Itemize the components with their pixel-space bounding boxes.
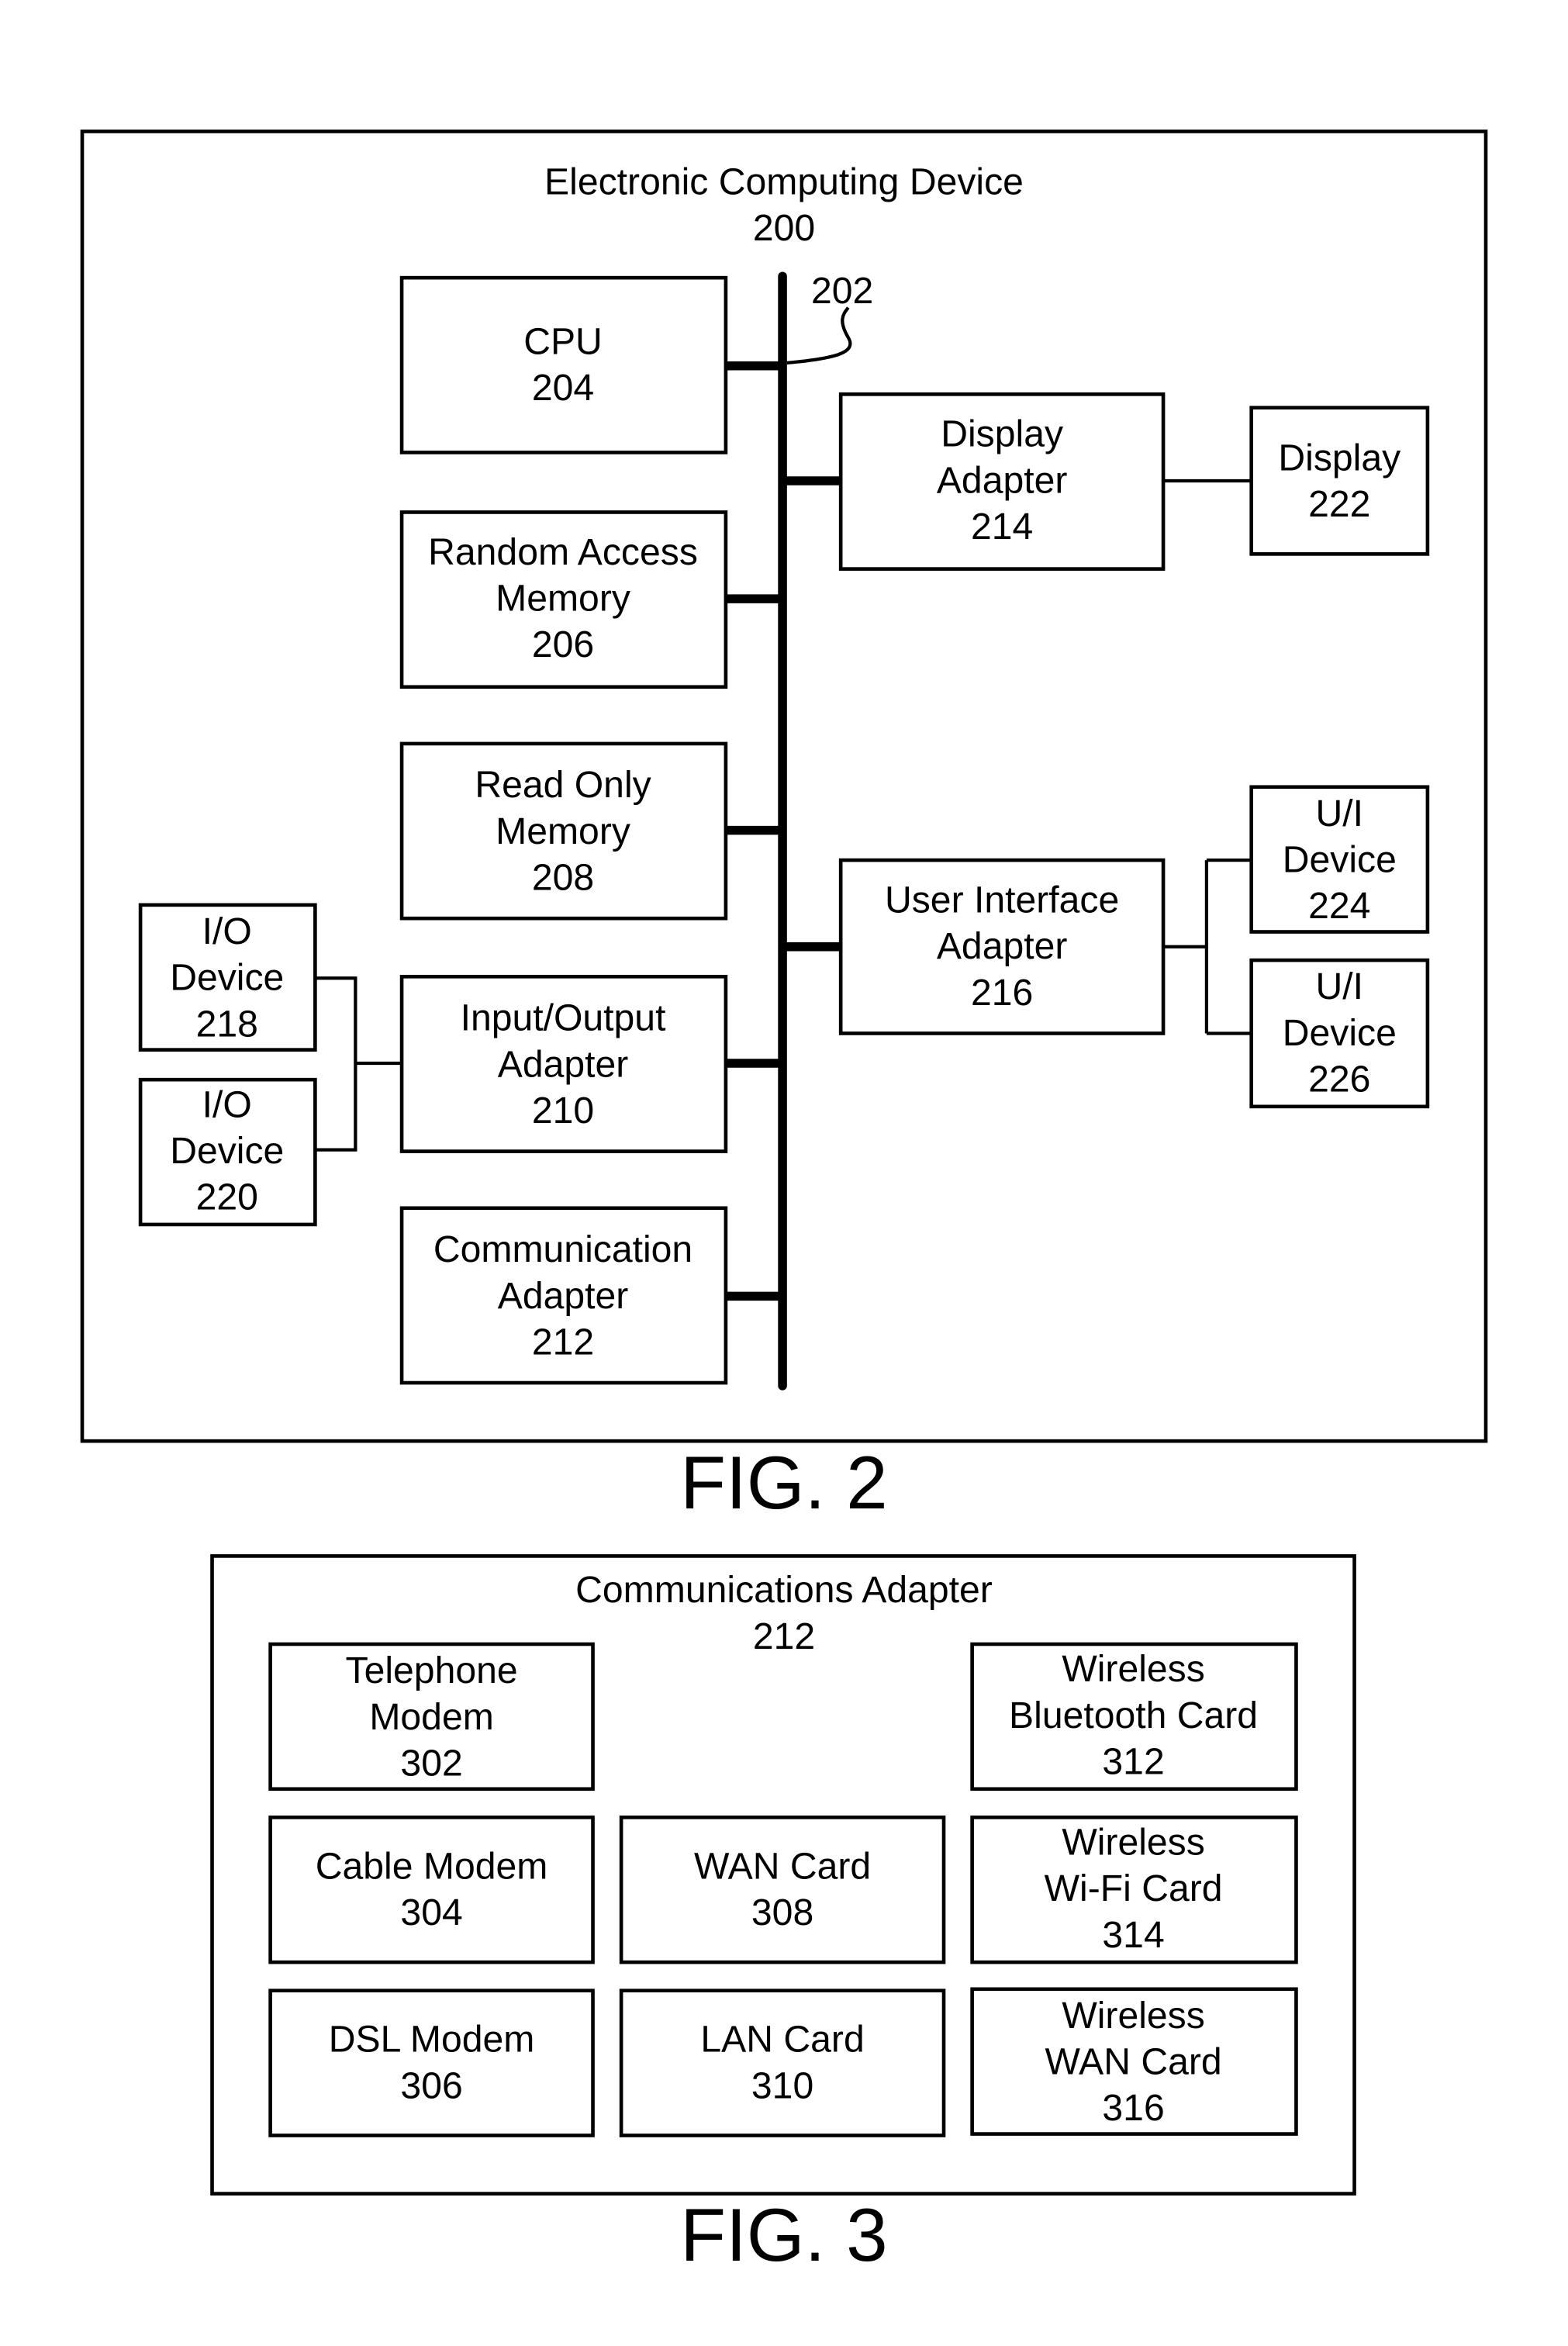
wan-card-block: WAN Card 308 [619,1816,946,1964]
svg-text:Adapter: Adapter [937,925,1068,967]
svg-text:Device: Device [170,957,284,999]
svg-text:Wireless: Wireless [1062,1822,1205,1864]
svg-text:316: 316 [1102,2087,1164,2129]
svg-text:312: 312 [1102,1741,1164,1783]
svg-text:306: 306 [400,2064,462,2106]
svg-text:Device: Device [1283,1012,1397,1054]
svg-text:U/I: U/I [1316,966,1363,1007]
svg-text:I/O: I/O [202,910,252,952]
lan-card-block: LAN Card 310 [619,1988,946,2137]
svg-text:Adapter: Adapter [937,459,1068,501]
svg-text:Display: Display [1278,437,1400,479]
svg-text:214: 214 [971,506,1033,548]
svg-text:Device: Device [1283,839,1397,881]
svg-text:CPU: CPU [523,320,603,362]
wifi-card-block: Wireless Wi-Fi Card 314 [970,1816,1298,1964]
ui-device-226-block: U/I Device 226 [1249,958,1430,1109]
svg-text:Display: Display [941,413,1063,455]
rom-block: Read Only Memory 208 [399,741,728,921]
svg-text:Adapter: Adapter [498,1043,629,1085]
svg-text:Memory: Memory [496,578,630,620]
ui-device-links [1163,858,1252,1035]
svg-text:208: 208 [532,857,594,899]
svg-text:Input/Output: Input/Output [461,997,667,1039]
ui-device-224-block: U/I Device 224 [1249,785,1430,934]
svg-text:Adapter: Adapter [498,1275,629,1317]
fig3-title: Communications Adapter [575,1569,993,1611]
ram-block: Random Access Memory 206 [399,510,728,689]
fig2-ref: 200 [753,207,815,249]
svg-text:218: 218 [196,1003,258,1045]
comm-adapter-block: Communication Adapter 212 [399,1206,728,1385]
svg-text:204: 204 [532,367,594,409]
svg-text:WAN Card: WAN Card [694,1845,871,1887]
svg-text:224: 224 [1308,885,1370,927]
svg-text:Cable Modem: Cable Modem [316,1845,548,1887]
fig2-caption: FIG. 2 [680,1442,887,1525]
fig3-ref: 212 [753,1615,815,1657]
svg-text:U/I: U/I [1316,793,1363,834]
svg-text:LAN Card: LAN Card [700,2019,864,2061]
fig2-title: Electronic Computing Device [544,161,1024,202]
io-device-218-block: I/O Device 218 [138,903,317,1052]
fig3-caption: FIG. 3 [680,2194,887,2277]
svg-text:Read Only: Read Only [475,764,651,806]
patent-figures: Electronic Computing Device 200 202 CPU … [80,130,1488,2277]
svg-text:222: 222 [1308,483,1370,525]
svg-text:310: 310 [751,2064,813,2106]
fig3: Communications Adapter 212 Telephone Mod… [210,1554,1356,2277]
display-block: Display 222 [1249,406,1430,556]
svg-text:Memory: Memory [496,810,630,852]
io-adapter-block: Input/Output Adapter 210 [399,974,728,1153]
svg-text:I/O: I/O [202,1083,252,1125]
ui-adapter-block: User Interface Adapter 216 [838,858,1166,1035]
svg-text:Device: Device [170,1130,284,1172]
bluetooth-card-block: Wireless Bluetooth Card 312 [970,1642,1298,1791]
bus-ref-label: 202 [811,270,873,312]
svg-text:302: 302 [400,1742,462,1784]
telephone-modem-block: Telephone Modem 302 [268,1642,595,1791]
fig2: Electronic Computing Device 200 202 CPU … [80,130,1488,1525]
svg-text:Wireless: Wireless [1062,1648,1205,1690]
svg-text:WAN Card: WAN Card [1045,2041,1221,2083]
svg-text:Random Access: Random Access [428,531,698,573]
svg-text:DSL Modem: DSL Modem [329,2019,535,2061]
svg-text:226: 226 [1308,1059,1370,1100]
svg-text:Modem: Modem [369,1696,493,1738]
svg-text:216: 216 [971,972,1033,1014]
cpu-block: CPU 204 [399,275,728,454]
svg-text:212: 212 [532,1321,594,1363]
svg-text:Wireless: Wireless [1062,1995,1205,2037]
svg-text:Telephone: Telephone [346,1650,518,1691]
svg-text:210: 210 [532,1090,594,1132]
display-adapter-block: Display Adapter 214 [838,392,1166,571]
svg-text:206: 206 [532,624,594,665]
wireless-wan-card-block: Wireless WAN Card 316 [970,1987,1298,2136]
svg-text:Communication: Communication [433,1228,692,1270]
svg-text:304: 304 [400,1892,462,1933]
svg-text:User Interface: User Interface [885,879,1119,921]
svg-text:Wi-Fi Card: Wi-Fi Card [1045,1867,1223,1909]
svg-text:220: 220 [196,1176,258,1218]
cable-modem-block: Cable Modem 304 [268,1816,595,1964]
bus-leader-line [786,306,852,365]
svg-text:Bluetooth Card: Bluetooth Card [1009,1695,1258,1736]
io-device-links [315,976,402,1152]
svg-text:308: 308 [751,1892,813,1933]
svg-text:314: 314 [1102,1914,1164,1956]
dsl-modem-block: DSL Modem 306 [268,1988,595,2137]
io-device-220-block: I/O Device 220 [138,1077,317,1227]
